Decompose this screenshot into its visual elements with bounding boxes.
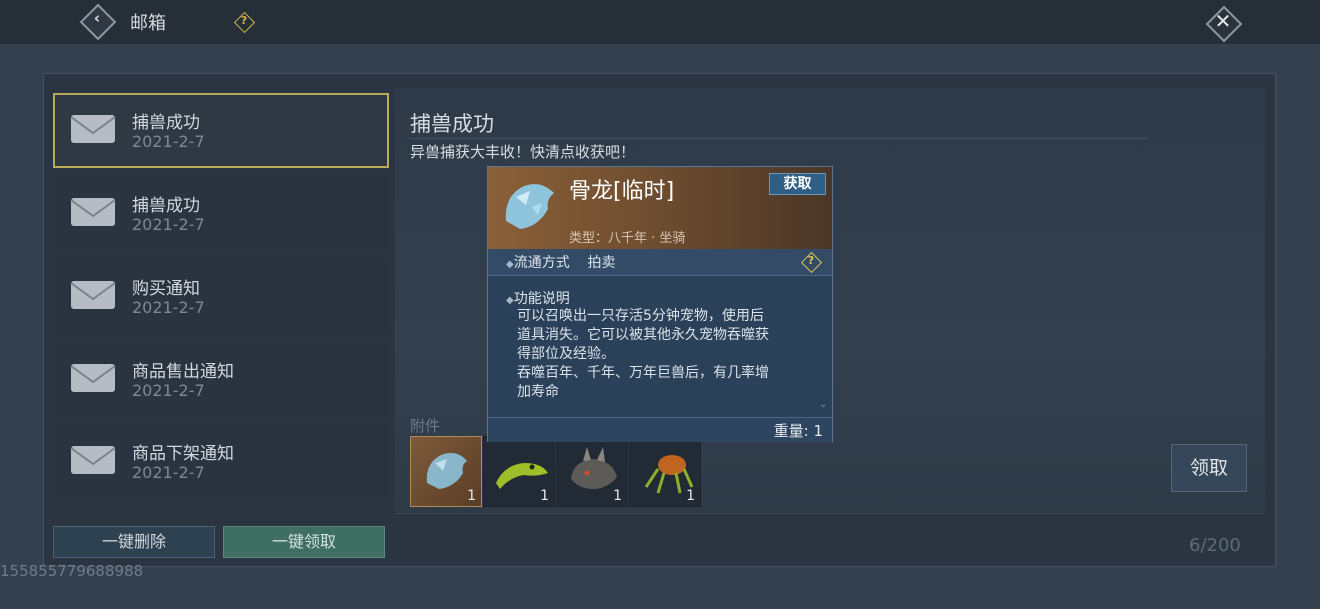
collect-all-button[interactable]: 一键领取 [223,526,385,558]
mail-date: 2021-2-7 [132,298,205,317]
function-description: 可以召唤出一只存活5分钟宠物，使用后 道具消失。它可以被其他永久宠物吞噬获 得部… [517,307,807,402]
question-mark-icon: ? [240,14,248,27]
delete-all-button[interactable]: 一键删除 [53,526,215,558]
envelope-icon [70,364,116,392]
mail-list-item[interactable]: 商品售出通知 2021-2-7 [53,342,389,417]
top-bar [0,0,1320,44]
attachment-slot[interactable]: 1 [410,436,482,507]
item-tooltip: 骨龙[临时] 获取 类型：八千年 · 坐骑 ◆流通方式 拍卖 ? ◆功能说明 可… [487,166,833,442]
scroll-down-icon[interactable]: ⌄ [819,399,827,410]
trade-method: ◆流通方式 拍卖 [506,252,616,272]
help-icon[interactable]: ? [233,11,256,34]
mail-title: 商品下架通知 [132,444,234,464]
description-line: 加寿命 [517,384,559,400]
trade-method-label: 流通方式 [513,255,570,271]
mail-detail-title: 捕兽成功 [410,112,494,136]
page-title: 邮箱 [130,13,166,34]
bullet-icon: ◆ [506,259,514,270]
attachment-count: 1 [467,488,476,504]
attachment-slot[interactable]: 1 [556,436,628,507]
mail-title: 商品售出通知 [132,362,234,382]
description-line: 可以召唤出一只存活5分钟宠物，使用后 [517,308,764,324]
function-heading: ◆功能说明 [506,288,570,308]
description-line: 道具消失。它可以被其他永久宠物吞噬获 [517,327,769,343]
bone-dragon-icon [505,184,554,229]
item-type: 类型：八千年 · 坐骑 [569,231,686,246]
envelope-icon [70,281,116,309]
divider [488,275,832,276]
item-weight: 重量: 1 [773,422,823,440]
description-line: 吞噬百年、千年、万年巨兽后，有几率增 [517,365,769,381]
divider [395,513,1265,514]
function-heading-label: 功能说明 [513,291,570,307]
trade-method-value: 拍卖 [587,255,616,271]
mail-date: 2021-2-7 [132,215,205,234]
divider [410,138,1148,139]
mail-list-item[interactable]: 捕兽成功 2021-2-7 [53,93,389,168]
mail-list-item[interactable]: 商品下架通知 2021-2-7 [53,424,389,499]
mail-list-item[interactable]: 捕兽成功 2021-2-7 [53,176,389,251]
mail-date: 2021-2-7 [132,463,205,482]
attachment-slot[interactable]: 1 [629,436,701,507]
attachment-label: 附件 [410,417,441,435]
tooltip-footer: 重量: 1 [488,417,832,442]
envelope-icon [70,115,116,143]
description-line: 得部位及经验。 [517,346,615,362]
close-icon: ✕ [1214,9,1232,33]
attachment-count: 1 [540,488,549,504]
mail-title: 捕兽成功 [132,113,200,133]
mail-title: 购买通知 [132,279,200,299]
mail-title: 捕兽成功 [132,196,200,216]
mail-list-item[interactable]: 购买通知 2021-2-7 [53,259,389,334]
attachment-count: 1 [613,488,622,504]
collect-button[interactable]: 领取 [1171,444,1247,492]
attachment-count: 1 [686,488,695,504]
bullet-icon: ◆ [506,295,514,306]
close-button[interactable]: ✕ [1204,4,1243,43]
chevron-left-icon: ‹ [93,9,101,27]
envelope-icon [70,198,116,226]
mail-capacity: 6/200 [1189,535,1241,556]
back-button[interactable]: ‹ [79,3,117,41]
trade-method-row: ◆流通方式 拍卖 ? [488,249,832,275]
mail-detail-body: 异兽捕获大丰收！快清点收获吧！ [410,143,636,161]
item-name: 骨龙[临时] [569,179,675,204]
mail-date: 2021-2-7 [132,132,205,151]
tooltip-header: 骨龙[临时] 获取 类型：八千年 · 坐骑 [488,167,832,249]
get-item-button[interactable]: 获取 [769,173,826,195]
attachment-slot[interactable]: 1 [483,436,555,507]
user-id-watermark: 155855779688988 [0,562,144,580]
question-mark-icon: ? [807,254,815,267]
envelope-icon [70,446,116,474]
mail-date: 2021-2-7 [132,381,205,400]
tooltip-help-icon[interactable]: ? [800,251,823,274]
